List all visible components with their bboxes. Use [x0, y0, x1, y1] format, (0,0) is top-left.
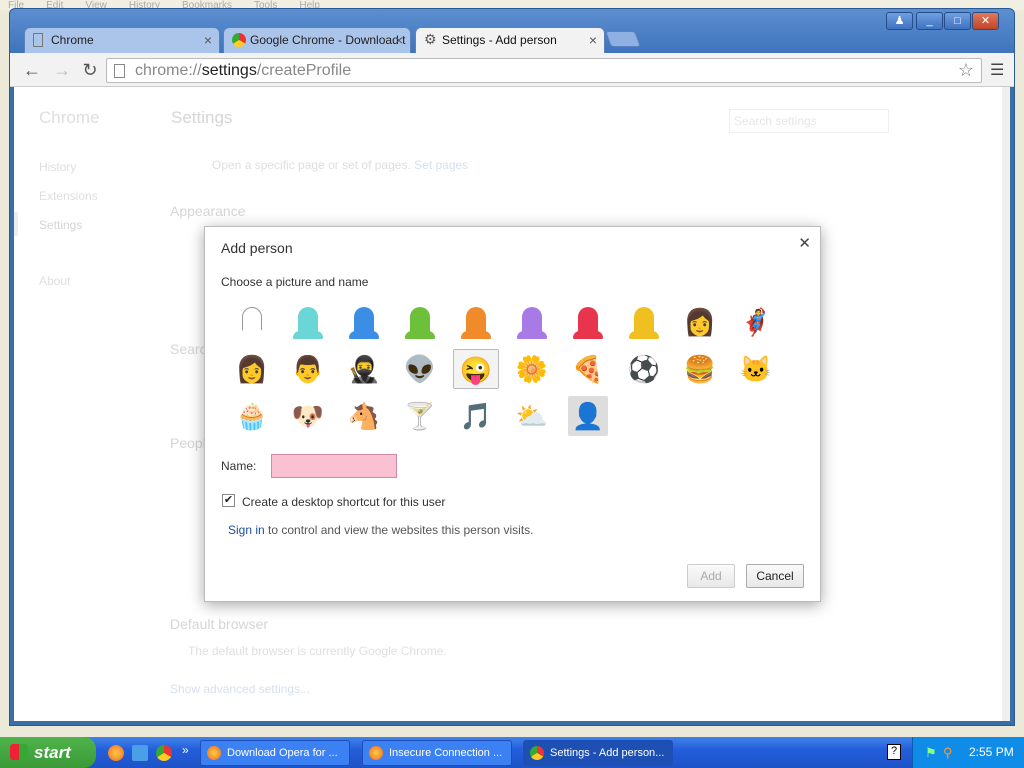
clock: 2:55 PM [969, 745, 1014, 759]
avatar-businesswoman[interactable]: 👩 [677, 302, 723, 342]
tab-label: Google Chrome - Download t [250, 33, 406, 47]
avatar-woman-sunglasses[interactable]: 👩 [229, 349, 275, 389]
head-silhouette-icon [573, 307, 603, 339]
avatar-burger[interactable]: 🍔 [677, 349, 723, 389]
head-silhouette-icon [629, 307, 659, 339]
help-icon[interactable]: ? [887, 744, 901, 760]
maximize-button[interactable]: □ [944, 12, 971, 30]
ie-icon[interactable] [132, 745, 148, 761]
close-icon[interactable]: × [204, 28, 212, 52]
avatar-pizza[interactable]: 🍕 [565, 349, 611, 389]
dialog-title: Add person [221, 240, 293, 256]
avatar-soccer-ball[interactable]: ⚽ [621, 349, 667, 389]
page-viewport: Chrome History Extensions Settings About… [14, 87, 1010, 721]
back-arrow-icon[interactable]: ← [20, 58, 44, 82]
scrollbar[interactable] [1002, 87, 1010, 721]
dialog-subtitle: Choose a picture and name [221, 275, 369, 289]
signin-link[interactable]: Sign in [228, 523, 265, 537]
close-window-button[interactable]: ✕ [972, 12, 999, 30]
avatar-cupcake[interactable]: 🧁 [229, 396, 275, 436]
shortcut-label: Create a desktop shortcut for this user [242, 495, 446, 509]
chrome-icon [530, 746, 544, 760]
avatar-orange-head[interactable] [453, 302, 499, 342]
chrome-window: ♟ _ □ ✕ Chrome × Google Chrome - Downloa… [9, 8, 1015, 726]
avatar-white-head[interactable] [229, 302, 275, 342]
bookmark-star-icon[interactable]: ☆ [958, 60, 974, 81]
firefox-icon [369, 746, 383, 760]
taskbar-item[interactable]: Insecure Connection ... [362, 740, 512, 766]
tab-download[interactable]: Google Chrome - Download t × [223, 27, 411, 53]
start-button[interactable]: start [0, 737, 96, 768]
address-bar[interactable]: chrome://settings/createProfile ☆ [106, 58, 982, 83]
chrome-icon[interactable] [156, 745, 172, 761]
network-icon[interactable]: ⚑ [925, 745, 937, 761]
close-icon[interactable]: ✕ [798, 234, 811, 252]
forward-arrow-icon[interactable]: → [50, 58, 74, 82]
close-icon[interactable]: × [395, 28, 403, 52]
tab-settings[interactable]: ⚙ Settings - Add person × [415, 27, 605, 53]
head-silhouette-icon [517, 307, 547, 339]
page-icon [114, 64, 125, 78]
avatar-dog[interactable]: 🐶 [285, 396, 331, 436]
avatar-cyan-head[interactable] [285, 302, 331, 342]
tab-label: Chrome [51, 33, 94, 47]
close-icon[interactable]: × [589, 28, 597, 52]
taskbar-item[interactable]: Download Opera for ... [200, 740, 350, 766]
title-bar: ♟ _ □ ✕ Chrome × Google Chrome - Downloa… [10, 9, 1014, 53]
taskbar-item[interactable]: Settings - Add person... [523, 740, 673, 766]
shortcut-checkbox[interactable]: ✔ [222, 494, 235, 507]
avatar-flower[interactable]: 🌼 [509, 349, 555, 389]
avatar-horse[interactable]: 🐴 [341, 396, 387, 436]
tab-label: Settings - Add person [442, 33, 557, 47]
tab-chrome[interactable]: Chrome × [24, 27, 220, 53]
avatar-red-head[interactable] [565, 302, 611, 342]
gear-icon: ⚙ [424, 31, 437, 47]
add-button[interactable]: Add [687, 564, 735, 588]
avatar-sun-cloud[interactable]: ⛅ [509, 396, 555, 436]
search-icon[interactable]: ⚲ [943, 745, 953, 761]
avatar-green-head[interactable] [397, 302, 443, 342]
chrome-icon [232, 33, 246, 47]
toolbar: ← → ↻ chrome://settings/createProfile ☆ … [10, 53, 1014, 87]
avatar-ninja[interactable]: 🥷 [341, 349, 387, 389]
url-text: chrome://settings/createProfile [135, 62, 352, 79]
system-tray: ? ⚑ ⚲ 2:55 PM [887, 737, 1024, 768]
avatar-generic-person[interactable]: 👤 [568, 396, 608, 436]
avatar-music-note[interactable]: 🎵 [453, 396, 499, 436]
profile-button[interactable]: ♟ [886, 12, 913, 30]
cancel-button[interactable]: Cancel [746, 564, 804, 588]
avatar-man[interactable]: 👨 [285, 349, 331, 389]
avatar-cat[interactable]: 🐱 [733, 349, 779, 389]
head-silhouette-icon [293, 307, 323, 339]
avatar-blue-head[interactable] [341, 302, 387, 342]
avatar-cocktail[interactable]: 🍸 [397, 396, 443, 436]
avatar-ninja-hero[interactable]: 🦸 [733, 302, 779, 342]
head-silhouette-icon [349, 307, 379, 339]
new-tab-button[interactable] [605, 31, 641, 47]
avatar-purple-head[interactable] [509, 302, 555, 342]
minimize-button[interactable]: _ [916, 12, 943, 30]
page-icon [33, 33, 43, 47]
windows-flag-icon [10, 744, 28, 760]
menu-icon[interactable]: ☰ [990, 60, 1004, 80]
head-silhouette-icon [461, 307, 491, 339]
chevron-right-icon[interactable]: » [182, 743, 189, 757]
signin-text: Sign in to control and view the websites… [228, 523, 534, 537]
name-label: Name: [221, 459, 257, 473]
avatar-alien[interactable]: 👽 [397, 349, 443, 389]
taskbar: start » Download Opera for ... Insecure … [0, 737, 1024, 768]
reload-icon[interactable]: ↻ [78, 58, 102, 82]
avatar-yellow-head[interactable] [621, 302, 667, 342]
firefox-icon[interactable] [108, 745, 124, 761]
firefox-icon [207, 746, 221, 760]
head-silhouette-icon [238, 307, 268, 338]
avatar-smiley[interactable]: 😜 [453, 349, 499, 389]
add-person-dialog: Add person ✕ Choose a picture and name 👩… [204, 226, 821, 602]
head-silhouette-icon [405, 307, 435, 339]
name-input[interactable] [271, 454, 397, 478]
